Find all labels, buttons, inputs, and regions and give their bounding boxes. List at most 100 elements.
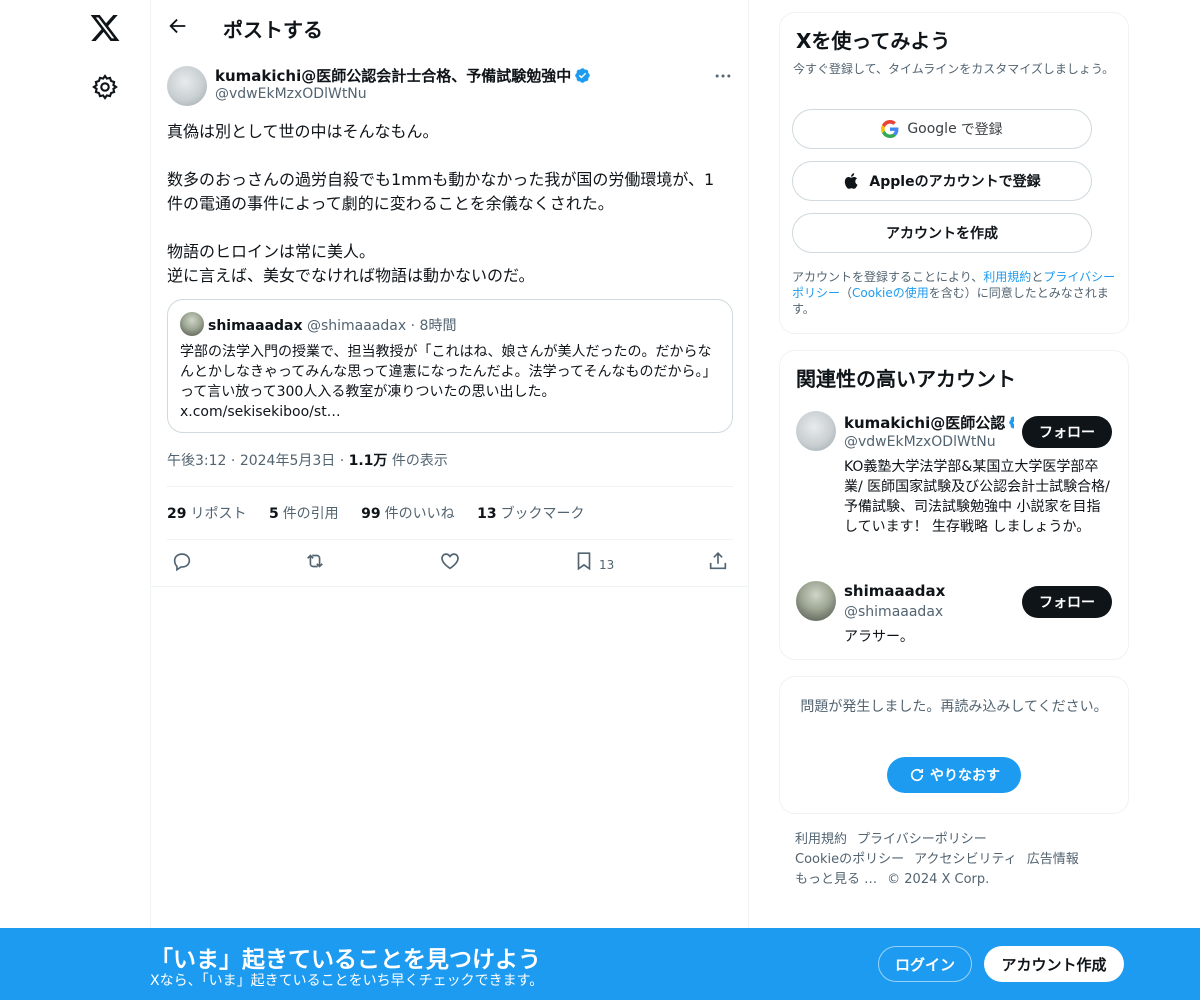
login-button[interactable]: ログイン: [878, 946, 972, 982]
post-timestamp: 午後3:12 · 2024年5月3日 · 1.1万 件の表示: [167, 450, 448, 470]
apple-signup-label: Appleのアカウントで登録: [869, 174, 1041, 190]
refresh-icon: [910, 768, 924, 782]
error-message: 問題が発生しました。再読み込みしてください。: [800, 699, 1108, 715]
quote-author-handle: @shimaaadax: [306, 318, 407, 334]
likes-label: 件のいいね: [384, 506, 455, 522]
page-title: ポストする: [223, 18, 323, 42]
back-arrow-icon[interactable]: [167, 15, 189, 37]
reposts-stat[interactable]: 29 リポスト: [167, 506, 246, 522]
bookmarks-stat[interactable]: 13 ブックマーク: [477, 506, 584, 522]
more-options-icon[interactable]: [713, 66, 733, 86]
account-handle[interactable]: @shimaaadax: [844, 604, 943, 620]
bookmark-icon[interactable]: [573, 550, 597, 574]
avatar[interactable]: [796, 411, 836, 451]
avatar[interactable]: [796, 581, 836, 621]
verified-badge-icon: [1009, 416, 1014, 429]
retry-label: やりなおす: [930, 768, 1000, 784]
apple-icon: [845, 173, 858, 189]
reposts-label: リポスト: [190, 506, 247, 522]
footer-accessibility-link[interactable]: アクセシビリティ: [914, 852, 1017, 867]
likes-count: 99: [361, 506, 381, 522]
follow-button[interactable]: フォロー: [1022, 586, 1112, 618]
account-bio: KO義塾大学法学部&某国立大学医学部卒業/ 医師国家試験及び公認会計士試験合格/…: [844, 459, 1110, 535]
divider: [151, 586, 749, 587]
legal-text-2: と: [1031, 270, 1044, 284]
left-nav: [0, 0, 150, 1000]
quote-time: 8時間: [419, 318, 457, 334]
footer-terms-link[interactable]: 利用規約: [795, 832, 847, 847]
quote-avatar: [180, 312, 204, 336]
create-account-button[interactable]: アカウントを作成: [792, 213, 1092, 253]
google-brand-label: Google: [907, 121, 957, 137]
signup-card: Xを使ってみよう 今すぐ登録して、タイムラインをカスタマイズしましょう。 Goo…: [779, 12, 1129, 334]
author-avatar[interactable]: [167, 66, 207, 106]
quote-separator: ·: [410, 318, 416, 334]
verified-badge-icon: [575, 68, 591, 83]
divider: [167, 539, 733, 540]
x-logo-icon[interactable]: [89, 12, 121, 44]
footer-privacy-link[interactable]: プライバシーポリシー: [857, 832, 987, 847]
account-bio: アラサー。: [844, 629, 914, 645]
post-stats: 29 リポスト 5 件の引用 99 件のいいね 13 ブックマーク: [167, 503, 603, 523]
google-signup-label: で登録: [960, 122, 1003, 138]
retry-button[interactable]: やりなおす: [887, 757, 1021, 793]
quotes-label: 件の引用: [282, 506, 339, 522]
signup-legal-text: アカウントを登録することにより、利用規約とプライバシーポリシー（Cookieの使…: [792, 269, 1122, 317]
quote-meta: shimaaadax @shimaaadax · 8時間: [208, 315, 456, 335]
account-name[interactable]: kumakichi@医師公認: [844, 412, 1014, 433]
signup-banner: 「いま」起きていることを見つけよう Xなら、「いま」起きていることをいち早くチェ…: [0, 928, 1200, 1000]
likes-stat[interactable]: 99 件のいいね: [361, 506, 454, 522]
quotes-count: 5: [268, 506, 279, 522]
reposts-count: 29: [167, 506, 187, 522]
error-card: 問題が発生しました。再読み込みしてください。 やりなおす: [779, 676, 1129, 814]
banner-title: 「いま」起きていることを見つけよう: [150, 947, 541, 973]
footer-cookie-link[interactable]: Cookieのポリシー: [795, 852, 904, 867]
page-header: ポストする: [151, 0, 749, 54]
quoted-post[interactable]: shimaaadax @shimaaadax · 8時間 学部の法学入門の授業で…: [167, 299, 733, 433]
account-name-text: kumakichi@医師公認: [844, 414, 1006, 432]
quote-author-name: shimaaadax: [208, 318, 303, 334]
legal-text-1: アカウントを登録することにより、: [792, 270, 984, 284]
footer-ads-link[interactable]: 広告情報: [1027, 852, 1079, 867]
terms-link[interactable]: 利用規約: [983, 270, 1031, 284]
quote-link: x.com/sekisekiboo/st…: [180, 404, 341, 420]
reply-icon[interactable]: [171, 550, 195, 574]
footer-links: 利用規約 プライバシーポリシー Cookieのポリシー アクセシビリティ 広告情報 も…: [795, 830, 1115, 890]
footer-more-link[interactable]: もっと見る …: [795, 872, 877, 887]
apple-signup-button[interactable]: Appleのアカウントで登録: [792, 161, 1092, 201]
cookie-link[interactable]: Cookieの使用: [852, 286, 929, 300]
main-column: ポストする kumakichi@医師公認会計士合格、予備試験勉強中 @vdwEk…: [150, 0, 749, 1000]
legal-text-3: （: [840, 286, 853, 300]
quotes-stat[interactable]: 5 件の引用: [269, 506, 339, 522]
views-label: 件の表示: [391, 453, 448, 469]
heart-icon[interactable]: [439, 550, 463, 574]
post-body: 真偽は別として世の中はそんなもん。 数多のおっさんの過労自殺でも1mmも動かなか…: [167, 122, 715, 285]
views-count: 1.1万: [348, 453, 388, 469]
banner-subtitle: Xなら、「いま」起きていることをいち早くチェックできます。: [150, 973, 544, 989]
bookmarks-label: ブックマーク: [500, 506, 585, 522]
account-name[interactable]: shimaaadax: [844, 582, 945, 600]
signup-card-subtitle: 今すぐ登録して、タイムラインをカスタマイズしましょう。: [793, 62, 1115, 76]
follow-button[interactable]: フォロー: [1022, 416, 1112, 448]
divider: [167, 486, 733, 487]
post-time[interactable]: 午後3:12: [167, 453, 226, 469]
repost-icon[interactable]: [304, 550, 328, 574]
bookmark-count: 13: [599, 558, 615, 572]
quote-text: 学部の法学入門の授業で、担当教授が「これはね、娘さんが美人だったの。だからなんと…: [180, 344, 717, 400]
post-date[interactable]: 2024年5月3日: [240, 453, 335, 469]
footer-copyright: © 2024 X Corp.: [887, 872, 990, 887]
share-icon[interactable]: [707, 550, 731, 574]
gear-icon[interactable]: [91, 73, 119, 101]
timestamp-dot-2: ·: [339, 453, 345, 469]
relevant-accounts-card: 関連性の高いアカウント kumakichi@医師公認 @vdwEkMzxODlW…: [779, 350, 1129, 660]
relevant-accounts-title: 関連性の高いアカウント: [796, 367, 1016, 391]
google-icon: [881, 120, 899, 138]
google-signup-button[interactable]: Google で登録: [792, 109, 1092, 149]
signup-card-title: Xを使ってみよう: [796, 29, 951, 53]
account-handle[interactable]: @vdwEkMzxODlWtNu: [844, 434, 996, 450]
signup-button[interactable]: アカウント作成: [984, 946, 1124, 982]
post-actions: 13: [151, 550, 749, 578]
author-name-text[interactable]: kumakichi@医師公認会計士合格、予備試験勉強中: [215, 67, 571, 85]
author-handle[interactable]: @vdwEkMzxODlWtNu: [215, 86, 367, 102]
author-name[interactable]: kumakichi@医師公認会計士合格、予備試験勉強中: [215, 65, 591, 86]
